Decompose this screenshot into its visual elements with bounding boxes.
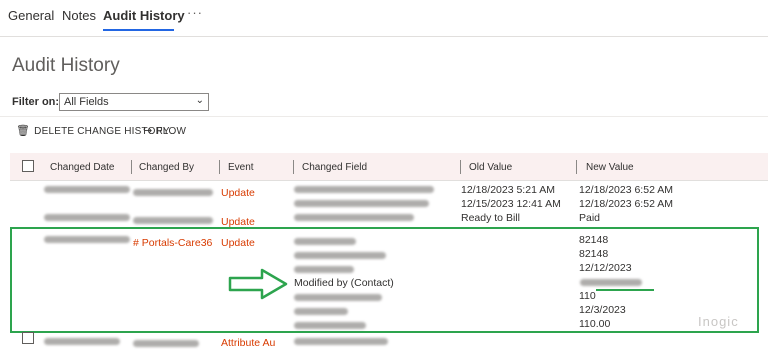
trash-icon: 🗑 xyxy=(16,125,31,137)
watermark-logo: Inogic xyxy=(698,314,739,329)
event-cell: Attribute Au xyxy=(221,337,276,349)
redacted-changed-date xyxy=(44,186,130,193)
old-value-cell: Ready to Bill xyxy=(461,212,520,224)
flow-icon: ↪ xyxy=(143,125,153,137)
filter-select[interactable]: All Fields ⌄ xyxy=(59,93,209,111)
filter-label: Filter on: xyxy=(12,96,60,108)
column-separator[interactable] xyxy=(460,160,461,174)
redacted-changed-field xyxy=(294,186,434,193)
new-value-cell: 12/18/2023 6:52 AM xyxy=(579,184,673,196)
flow-button[interactable]: ↪ FLOW xyxy=(143,124,186,137)
divider xyxy=(0,116,768,117)
tab-notes[interactable]: Notes xyxy=(62,8,96,23)
column-header-changed-date[interactable]: Changed Date xyxy=(50,162,115,173)
tab-audit-history[interactable]: Audit History xyxy=(103,8,185,23)
redacted-changed-field xyxy=(294,338,388,345)
redacted-changed-by xyxy=(133,340,199,347)
chevron-down-icon: ⌄ xyxy=(195,95,204,106)
column-header-event[interactable]: Event xyxy=(228,162,254,173)
redacted-changed-date xyxy=(44,338,120,345)
filter-value: All Fields xyxy=(64,96,109,108)
column-separator[interactable] xyxy=(219,160,220,174)
column-header-changed-by[interactable]: Changed By xyxy=(139,162,194,173)
column-header-old-value[interactable]: Old Value xyxy=(469,162,512,173)
redacted-changed-by xyxy=(133,189,213,196)
old-value-cell: 12/15/2023 12:41 AM xyxy=(461,198,561,210)
active-tab-indicator xyxy=(103,29,174,31)
more-tabs-button[interactable]: ··· xyxy=(187,5,203,20)
event-cell: Update xyxy=(221,187,255,199)
redacted-changed-field xyxy=(294,214,414,221)
column-header-new-value[interactable]: New Value xyxy=(586,162,634,173)
redacted-changed-field xyxy=(294,200,429,207)
grid-header: Changed Date Changed By Event Changed Fi… xyxy=(10,153,768,181)
redacted-changed-by xyxy=(133,217,213,224)
redacted-changed-date xyxy=(44,214,130,221)
new-value-cell: 12/18/2023 6:52 AM xyxy=(579,198,673,210)
new-value-cell: Paid xyxy=(579,212,601,224)
column-separator[interactable] xyxy=(131,160,132,174)
tab-general[interactable]: General xyxy=(8,8,54,23)
column-header-changed-field[interactable]: Changed Field xyxy=(302,162,367,173)
column-separator[interactable] xyxy=(293,160,294,174)
page-title: Audit History xyxy=(12,55,120,76)
row-checkbox[interactable] xyxy=(22,332,34,344)
old-value-cell: 12/18/2023 5:21 AM xyxy=(461,184,555,196)
column-separator[interactable] xyxy=(576,160,577,174)
flow-label: FLOW xyxy=(156,126,187,137)
annotation-highlight-box xyxy=(10,227,759,333)
tab-bar: General Notes Audit History ··· xyxy=(0,0,768,37)
select-all-checkbox[interactable] xyxy=(22,160,34,172)
